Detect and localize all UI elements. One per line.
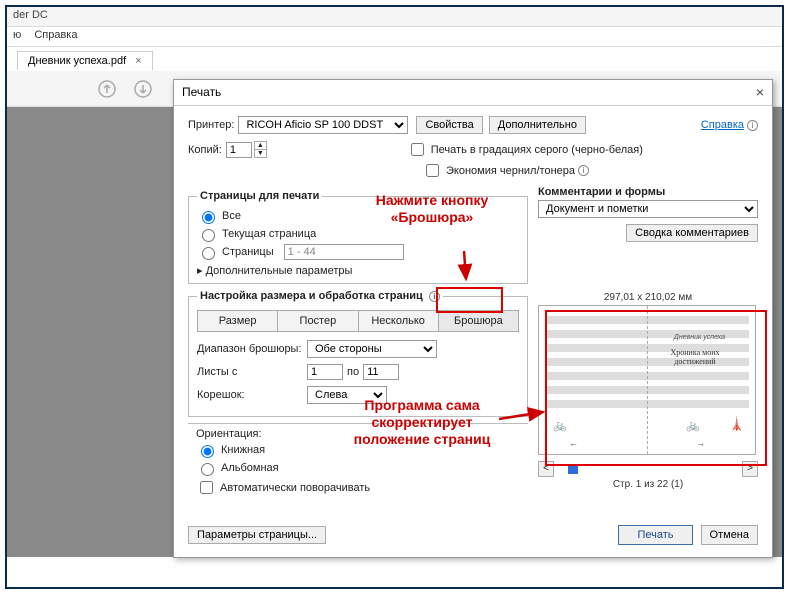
dialog-title: Печать xyxy=(182,85,221,99)
comments-group-label: Комментарии и формы xyxy=(538,186,758,198)
sizing-group-title: Настройка размера и обработка страниц i xyxy=(197,290,443,302)
dialog-titlebar: Печать × xyxy=(174,80,772,106)
page-slider[interactable] xyxy=(558,462,738,476)
print-button[interactable]: Печать xyxy=(618,525,692,545)
pages-current-radio[interactable]: Текущая страница xyxy=(197,226,519,242)
cancel-button[interactable]: Отмена xyxy=(701,525,758,545)
eiffel-icon: 🗼 xyxy=(729,416,745,432)
advanced-button[interactable]: Дополнительно xyxy=(489,116,586,134)
orientation-label: Ориентация: xyxy=(196,428,520,440)
comments-summary-button[interactable]: Сводка комментариев xyxy=(626,224,758,242)
dialog-footer: Параметры страницы... Печать Отмена xyxy=(174,517,772,557)
sheets-to-input[interactable] xyxy=(363,364,399,380)
sheets-to-label: по xyxy=(347,366,359,378)
orient-portrait-radio[interactable]: Книжная xyxy=(196,442,520,458)
sheets-from-label: Листы с xyxy=(197,366,307,378)
booklet-range-select[interactable]: Обе стороны xyxy=(307,340,437,358)
sizing-booklet-button[interactable]: Брошюра xyxy=(439,310,519,332)
orient-auto-checkbox[interactable]: Автоматически поворачивать xyxy=(196,478,520,497)
down-arrow-icon[interactable] xyxy=(133,79,153,99)
printer-select[interactable]: RICOH Aficio SP 100 DDST xyxy=(238,116,408,134)
booklet-range-label: Диапазон брошюры: xyxy=(197,343,307,355)
sizing-poster-button[interactable]: Постер xyxy=(278,310,358,332)
pages-all-radio[interactable]: Все xyxy=(197,208,519,224)
sizing-multiple-button[interactable]: Несколько xyxy=(359,310,439,332)
orientation-group: Ориентация: Книжная Альбомная Автоматиче… xyxy=(188,423,528,503)
pages-range-radio[interactable]: Страницы xyxy=(197,244,519,260)
prev-page-button[interactable]: < xyxy=(538,461,554,477)
printer-label: Принтер: xyxy=(188,119,234,131)
app-menubar: ю Справка xyxy=(7,27,782,47)
copies-input[interactable] xyxy=(226,142,252,158)
close-icon[interactable]: × xyxy=(756,84,764,100)
page-info: Стр. 1 из 22 (1) xyxy=(538,479,758,490)
info-icon[interactable]: i xyxy=(429,291,440,302)
bike-icon: 🚲 xyxy=(686,419,700,432)
ink-saver-checkbox[interactable]: Экономия чернил/тонера xyxy=(422,161,575,180)
tab-close-icon[interactable]: × xyxy=(135,55,141,67)
arrow-right-icon: → xyxy=(696,438,705,448)
spinner-icon[interactable]: ▲ ▼ xyxy=(254,141,267,158)
menu-item[interactable]: ю xyxy=(13,29,21,41)
sizing-size-button[interactable]: Размер xyxy=(197,310,278,332)
print-preview: 🚲 🚲 🗼 Дневник успеха Хроника моих достиж… xyxy=(538,305,756,455)
binding-label: Корешок: xyxy=(197,389,307,401)
page-setup-button[interactable]: Параметры страницы... xyxy=(188,526,326,544)
app-title: der DC xyxy=(13,9,48,21)
app-titlebar: der DC xyxy=(7,7,782,27)
binding-select[interactable]: Слева xyxy=(307,386,387,404)
tab-bar: Дневник успеха.pdf × xyxy=(7,47,782,73)
bike-icon: 🚲 xyxy=(553,419,567,432)
next-page-button[interactable]: > xyxy=(742,461,758,477)
pages-group: Страницы для печати Все Текущая страница… xyxy=(188,190,528,284)
sizing-group: Настройка размера и обработка страниц i … xyxy=(188,290,528,417)
preview-slider: < > xyxy=(538,461,758,477)
tab-label: Дневник успеха.pdf xyxy=(28,55,126,67)
arrow-left-icon: ← xyxy=(569,438,578,448)
pages-group-title: Страницы для печати xyxy=(197,190,322,202)
print-dialog: Печать × Принтер: RICOH Aficio SP 100 DD… xyxy=(173,79,773,558)
preview-dimensions: 297,01 x 210,02 мм xyxy=(538,292,758,303)
grayscale-checkbox[interactable]: Печать в градациях серого (черно-белая) xyxy=(407,140,643,159)
pages-range-input[interactable] xyxy=(284,244,404,260)
comments-select[interactable]: Документ и пометки xyxy=(538,200,758,218)
properties-button[interactable]: Свойства xyxy=(416,116,482,134)
copies-label: Копий: xyxy=(188,144,222,156)
info-icon[interactable]: i xyxy=(747,120,758,131)
bottom-strip xyxy=(7,557,782,587)
preview-title-text: Дневник успеха xyxy=(674,334,725,341)
menu-item-help[interactable]: Справка xyxy=(34,29,77,41)
preview-subtitle-text: Хроника моих достижений xyxy=(655,348,735,366)
orient-landscape-radio[interactable]: Альбомная xyxy=(196,460,520,476)
info-icon[interactable]: i xyxy=(578,165,589,176)
sheets-from-input[interactable] xyxy=(307,364,343,380)
document-tab[interactable]: Дневник успеха.pdf × xyxy=(17,51,153,70)
help-link[interactable]: Справка xyxy=(701,119,744,131)
up-arrow-icon[interactable] xyxy=(97,79,117,99)
pages-more-params[interactable]: ▸ Дополнительные параметры xyxy=(197,264,519,277)
